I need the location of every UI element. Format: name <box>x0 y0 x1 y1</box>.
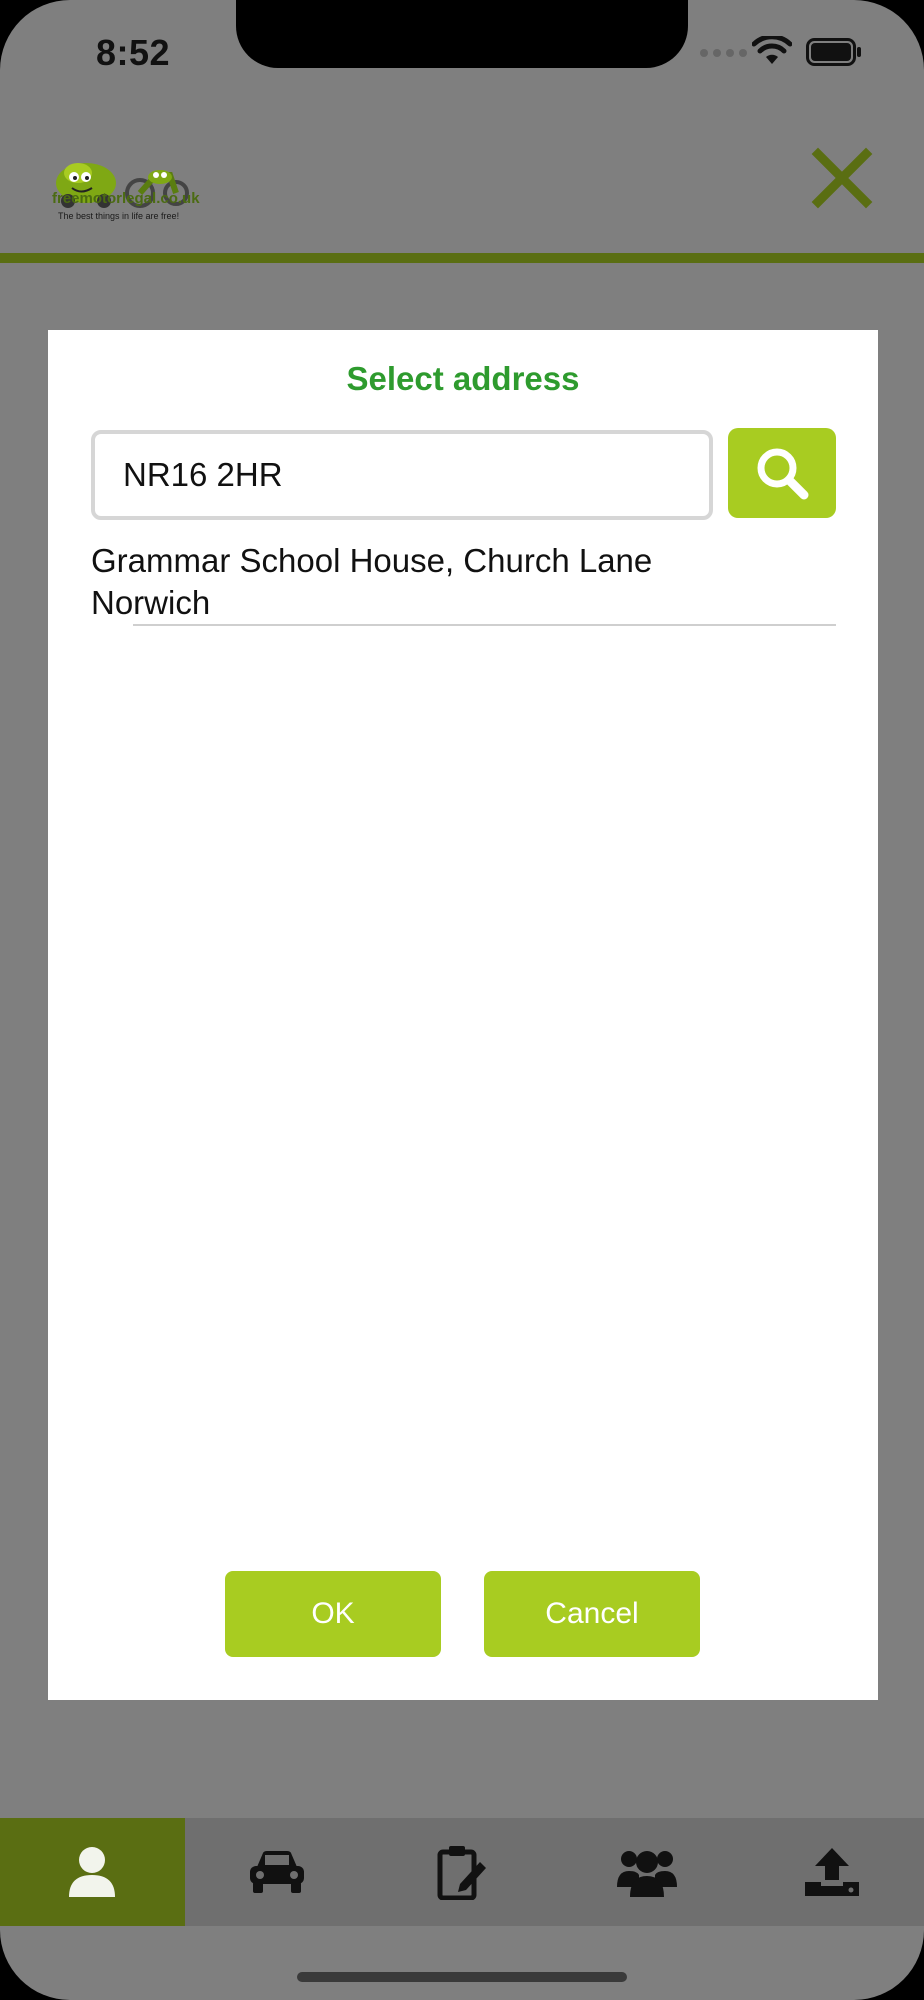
phone-screen: 8:52 freemotorlegal.co.uk The best thing… <box>0 0 924 2000</box>
upload-icon <box>804 1848 859 1896</box>
address-line-1: Grammar School House, Church Lane <box>91 542 653 579</box>
wifi-icon <box>752 36 792 64</box>
status-bar: 8:52 <box>0 0 924 100</box>
dialog-title: Select address <box>346 360 580 397</box>
address-result-item[interactable]: Grammar School House, Church Lane Norwic… <box>91 540 836 630</box>
tab-witnesses[interactable] <box>554 1818 739 1926</box>
cancel-button[interactable]: Cancel <box>484 1571 700 1657</box>
ok-button[interactable]: OK <box>225 1571 441 1657</box>
car-icon <box>250 1851 305 1893</box>
status-time: 8:52 <box>96 32 171 73</box>
tab-claim-details[interactable] <box>370 1818 555 1926</box>
close-icon[interactable] <box>810 146 874 210</box>
tab-personal[interactable] <box>0 1818 185 1926</box>
tab-upload[interactable] <box>739 1818 924 1926</box>
tab-vehicle[interactable] <box>185 1818 370 1926</box>
search-button[interactable] <box>728 428 836 518</box>
postcode-input[interactable] <box>95 434 709 516</box>
address-line-2: Norwich <box>91 584 211 621</box>
person-icon <box>69 1847 116 1897</box>
home-indicator[interactable] <box>297 1972 627 1982</box>
group-icon <box>616 1851 677 1897</box>
cellular-icon <box>700 49 747 57</box>
clipboard-edit-icon <box>437 1846 486 1900</box>
notch <box>236 0 688 68</box>
logo-wordmark: freemotorlegal.co.uk <box>52 190 200 207</box>
battery-icon <box>806 38 861 66</box>
select-address-dialog: Select address Grammar School House, Chu… <box>48 330 878 1700</box>
search-icon <box>757 448 809 500</box>
result-divider <box>133 624 836 626</box>
logo-tagline: The best things in life are free! <box>58 211 180 221</box>
postcode-search-field[interactable] <box>91 430 713 520</box>
header-divider <box>0 253 924 263</box>
bottom-tab-bar <box>0 1818 924 1926</box>
